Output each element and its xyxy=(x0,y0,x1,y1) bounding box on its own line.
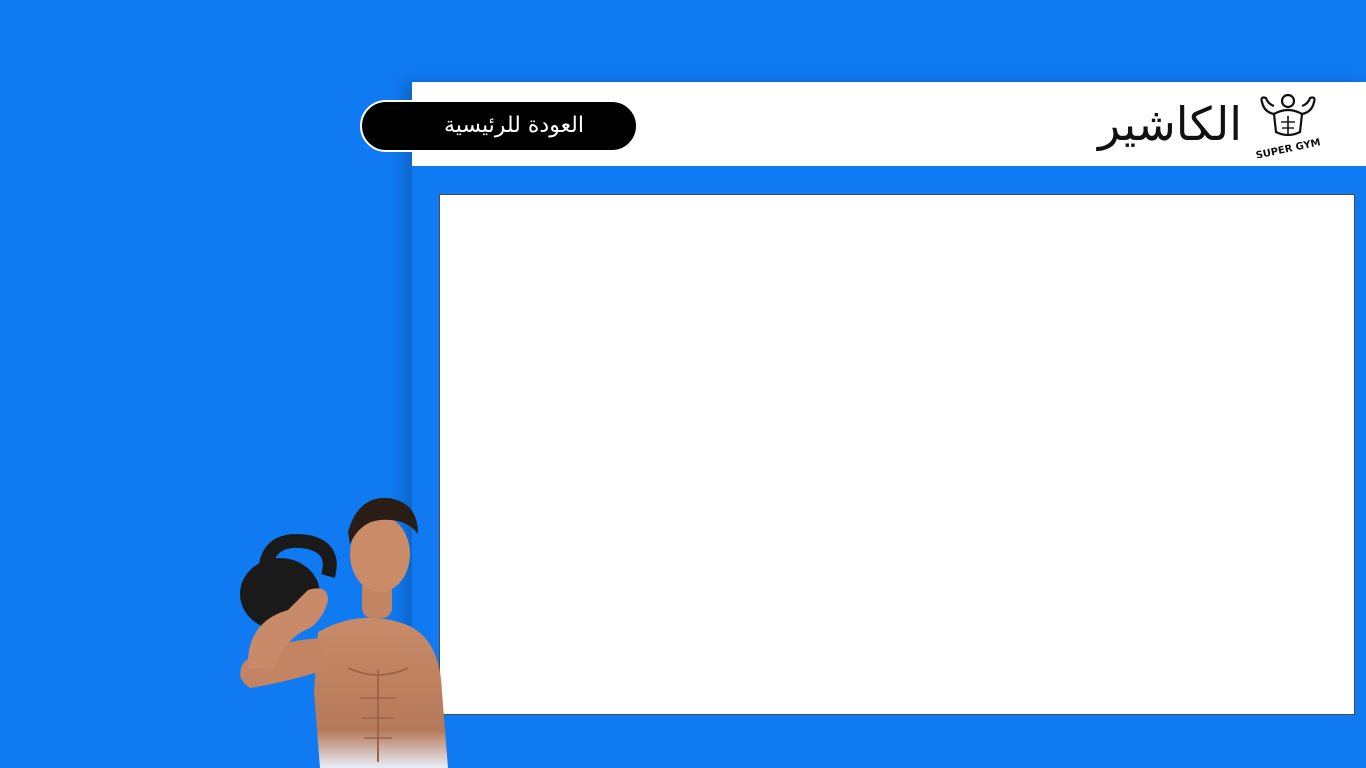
content-area xyxy=(439,194,1355,715)
page-title: الكاشير xyxy=(1097,97,1242,151)
back-to-home-button[interactable]: العودة للرئيسية xyxy=(360,100,638,152)
logo-text: SUPER GYM xyxy=(1255,137,1322,158)
app-root: الكاشير SUPER GYM العودة للرئيسية xyxy=(0,0,1366,768)
man-with-kettlebell-image xyxy=(228,492,488,768)
gym-logo-icon: SUPER GYM xyxy=(1252,92,1324,162)
